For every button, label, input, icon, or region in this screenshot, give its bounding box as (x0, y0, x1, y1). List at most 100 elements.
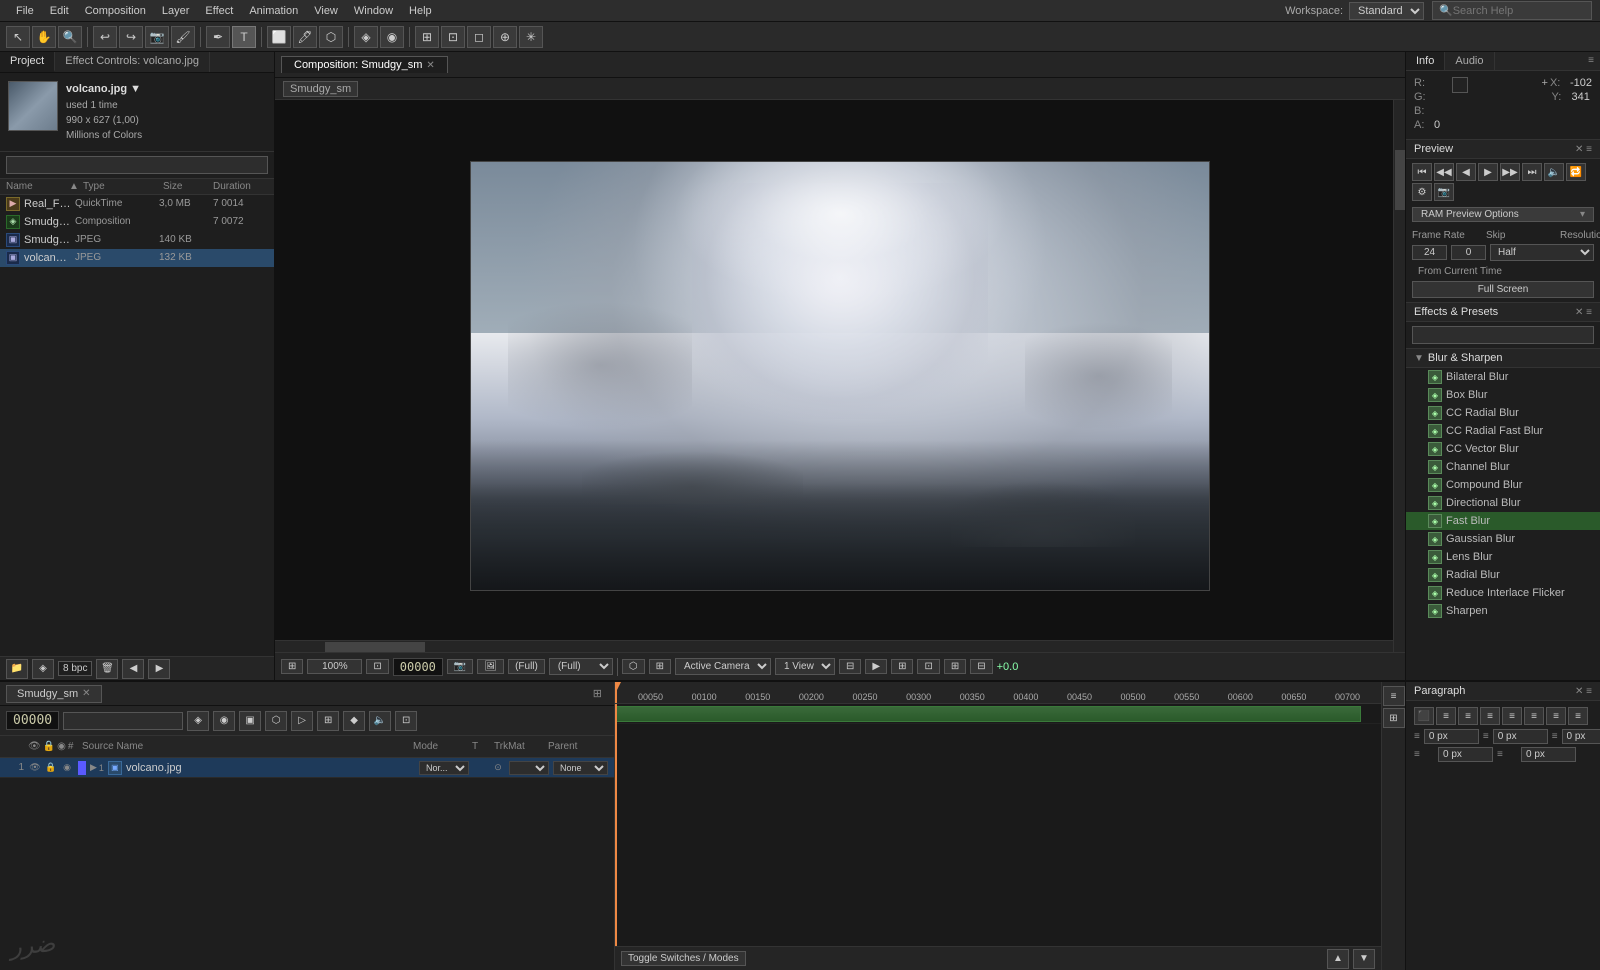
layer-lock-btn[interactable]: 🔒 (44, 761, 58, 775)
tool-3d[interactable]: ◻ (467, 26, 491, 48)
quality-select[interactable]: (Full)HalfThirdQuarter (549, 658, 613, 675)
para-input-3[interactable] (1562, 729, 1600, 744)
layer-eye-btn[interactable]: 👁 (28, 761, 42, 775)
list-item[interactable]: ▶ Real_Fo...mov QuickTime 3,0 MB 7 0014 (0, 195, 274, 213)
layer-trkmat-select[interactable] (509, 761, 549, 775)
workspace-selector[interactable]: Standard (1349, 2, 1424, 20)
prev-play-back[interactable]: ◀ (1456, 163, 1476, 181)
prev-audio[interactable]: 🔈 (1544, 163, 1564, 181)
tab-preview[interactable]: Preview (1414, 143, 1453, 155)
fit-button[interactable]: ⊡ (366, 659, 388, 674)
tool-shape[interactable]: ⬜ (267, 26, 291, 48)
effect-item[interactable]: ◈ Reduce Interlace Flicker (1406, 584, 1600, 602)
timeline-search-input[interactable] (63, 712, 183, 730)
view-select[interactable]: 1 View (775, 658, 835, 675)
effect-item[interactable]: ◈ Box Blur (1406, 386, 1600, 404)
tool-extra1[interactable]: ⊕ (493, 26, 517, 48)
tl-btn-extra[interactable]: ⊡ (395, 711, 417, 731)
para-input-5[interactable] (1521, 747, 1576, 762)
timeline-tracks-area[interactable] (615, 704, 1381, 946)
tool-puppet[interactable]: ◈ (354, 26, 378, 48)
menu-layer[interactable]: Layer (154, 3, 198, 19)
tool-redo[interactable]: ↪ (119, 26, 143, 48)
para-input-2[interactable] (1493, 729, 1548, 744)
tab-effect-controls[interactable]: Effect Controls: volcano.jpg (55, 52, 210, 72)
timeline-close-btn[interactable]: ✕ (82, 688, 90, 699)
tool-paint[interactable]: 🖊 (293, 26, 317, 48)
tool-align[interactable]: ⊞ (415, 26, 439, 48)
effect-item-fast-blur[interactable]: ◈ Fast Blur (1406, 512, 1600, 530)
comp-viewer[interactable] (275, 100, 1405, 652)
layer-controls-button[interactable]: ⊡ (917, 659, 939, 674)
effects-panel-menu[interactable]: ✕ ≡ (1575, 307, 1592, 318)
tl-btn-mask[interactable]: ⬡ (265, 711, 287, 731)
menu-effect[interactable]: Effect (197, 3, 241, 19)
layer-solo-btn[interactable]: ◉ (60, 761, 74, 775)
project-search-input[interactable] (6, 156, 268, 174)
layer-parent-select[interactable]: None (553, 761, 608, 775)
full-screen-button[interactable]: Full Screen (1412, 281, 1594, 298)
track-bar[interactable] (615, 706, 1361, 722)
tool-roto[interactable]: ◉ (380, 26, 404, 48)
trash-button[interactable]: 🗑 (96, 659, 118, 679)
comp-tab-close[interactable]: ✕ (426, 60, 434, 71)
zoom-level[interactable]: 100% (307, 659, 362, 674)
tab-info[interactable]: Info (1406, 52, 1445, 70)
tl-btn-audio[interactable]: 🔈 (369, 711, 391, 731)
tool-clone[interactable]: ⬡ (319, 26, 343, 48)
search-help-input[interactable] (1453, 5, 1573, 17)
tl-zoom-in[interactable]: ▼ (1353, 949, 1375, 969)
effect-item[interactable]: ◈ Directional Blur (1406, 494, 1600, 512)
effect-item[interactable]: ◈ Lens Blur (1406, 548, 1600, 566)
prev-play-forward[interactable]: ▶▶ (1500, 163, 1520, 181)
panel-menu-btn[interactable]: ≡ (1582, 52, 1600, 70)
navigate-back-button[interactable]: ◀ (122, 659, 144, 679)
region-of-interest-button[interactable]: ⊞ (281, 659, 303, 674)
new-folder-button[interactable]: 📁 (6, 659, 28, 679)
tool-select[interactable]: ↖ (6, 26, 30, 48)
paragraph-panel-menu[interactable]: ✕ ≡ (1575, 686, 1592, 697)
transparency-grid-button[interactable]: ⊞ (944, 659, 966, 674)
tool-hand[interactable]: ✋ (32, 26, 56, 48)
prev-ram-preview[interactable]: ⏭ (1522, 163, 1542, 181)
list-item[interactable]: ▣ Smudgy_...jpg JPEG 140 KB (0, 231, 274, 249)
pixel-aspect-button[interactable]: ⊟ (970, 659, 992, 674)
tl-btn-render[interactable]: ▣ (239, 711, 261, 731)
tl-right-btn-2[interactable]: ⊞ (1383, 708, 1405, 728)
align-right-btn[interactable]: ≡ (1458, 707, 1478, 725)
scrollbar-thumb-v[interactable] (1395, 150, 1405, 210)
effect-item[interactable]: ◈ Bilateral Blur (1406, 368, 1600, 386)
resolution-select[interactable]: HalfFullQuarter (1490, 244, 1594, 261)
navigate-forward-button[interactable]: ▶ (148, 659, 170, 679)
effect-item[interactable]: ◈ Compound Blur (1406, 476, 1600, 494)
category-blur-sharpen[interactable]: ▼ Blur & Sharpen (1406, 349, 1600, 368)
align-last-center-btn[interactable]: ≡ (1524, 707, 1544, 725)
effects-search-input[interactable] (1412, 326, 1594, 344)
render-button[interactable]: ▶ (865, 659, 887, 674)
tool-type[interactable]: T (232, 26, 256, 48)
tl-btn-marker[interactable]: ◆ (343, 711, 365, 731)
comp-tab-smudgy[interactable]: Composition: Smudgy_sm ✕ (281, 56, 448, 73)
effect-item[interactable]: ◈ Radial Blur (1406, 566, 1600, 584)
prev-loop[interactable]: 🔁 (1566, 163, 1586, 181)
3d-view-button[interactable]: ⊞ (891, 659, 913, 674)
menu-animation[interactable]: Animation (241, 3, 306, 19)
effect-item[interactable]: ◈ CC Radial Fast Blur (1406, 422, 1600, 440)
timeline-timecode[interactable]: 00000 (6, 711, 59, 730)
timeline-maximize-btn[interactable]: ⊞ (587, 685, 608, 702)
tool-camera[interactable]: 📷 (145, 26, 169, 48)
layer-row[interactable]: 1 👁 🔒 ◉ ▶ 1 ▣ volcano.jpg Nor... (0, 758, 614, 778)
transparency-button[interactable]: ⬡ (622, 659, 645, 674)
menu-window[interactable]: Window (346, 3, 401, 19)
grid-button[interactable]: ⊞ (649, 659, 671, 674)
tl-btn-solo[interactable]: ◉ (213, 711, 235, 731)
toggle-switches-btn[interactable]: Toggle Switches / Modes (621, 951, 746, 966)
align-left-btn[interactable]: ⬛ (1414, 707, 1434, 725)
scrollbar-thumb-h[interactable] (325, 642, 425, 652)
menu-help[interactable]: Help (401, 3, 440, 19)
prev-first-frame[interactable]: ⏮ (1412, 163, 1432, 181)
tl-btn-time[interactable]: ⊞ (317, 711, 339, 731)
tl-btn-preview[interactable]: ▷ (291, 711, 313, 731)
para-input-4[interactable] (1438, 747, 1493, 762)
prev-play[interactable]: ▶ (1478, 163, 1498, 181)
